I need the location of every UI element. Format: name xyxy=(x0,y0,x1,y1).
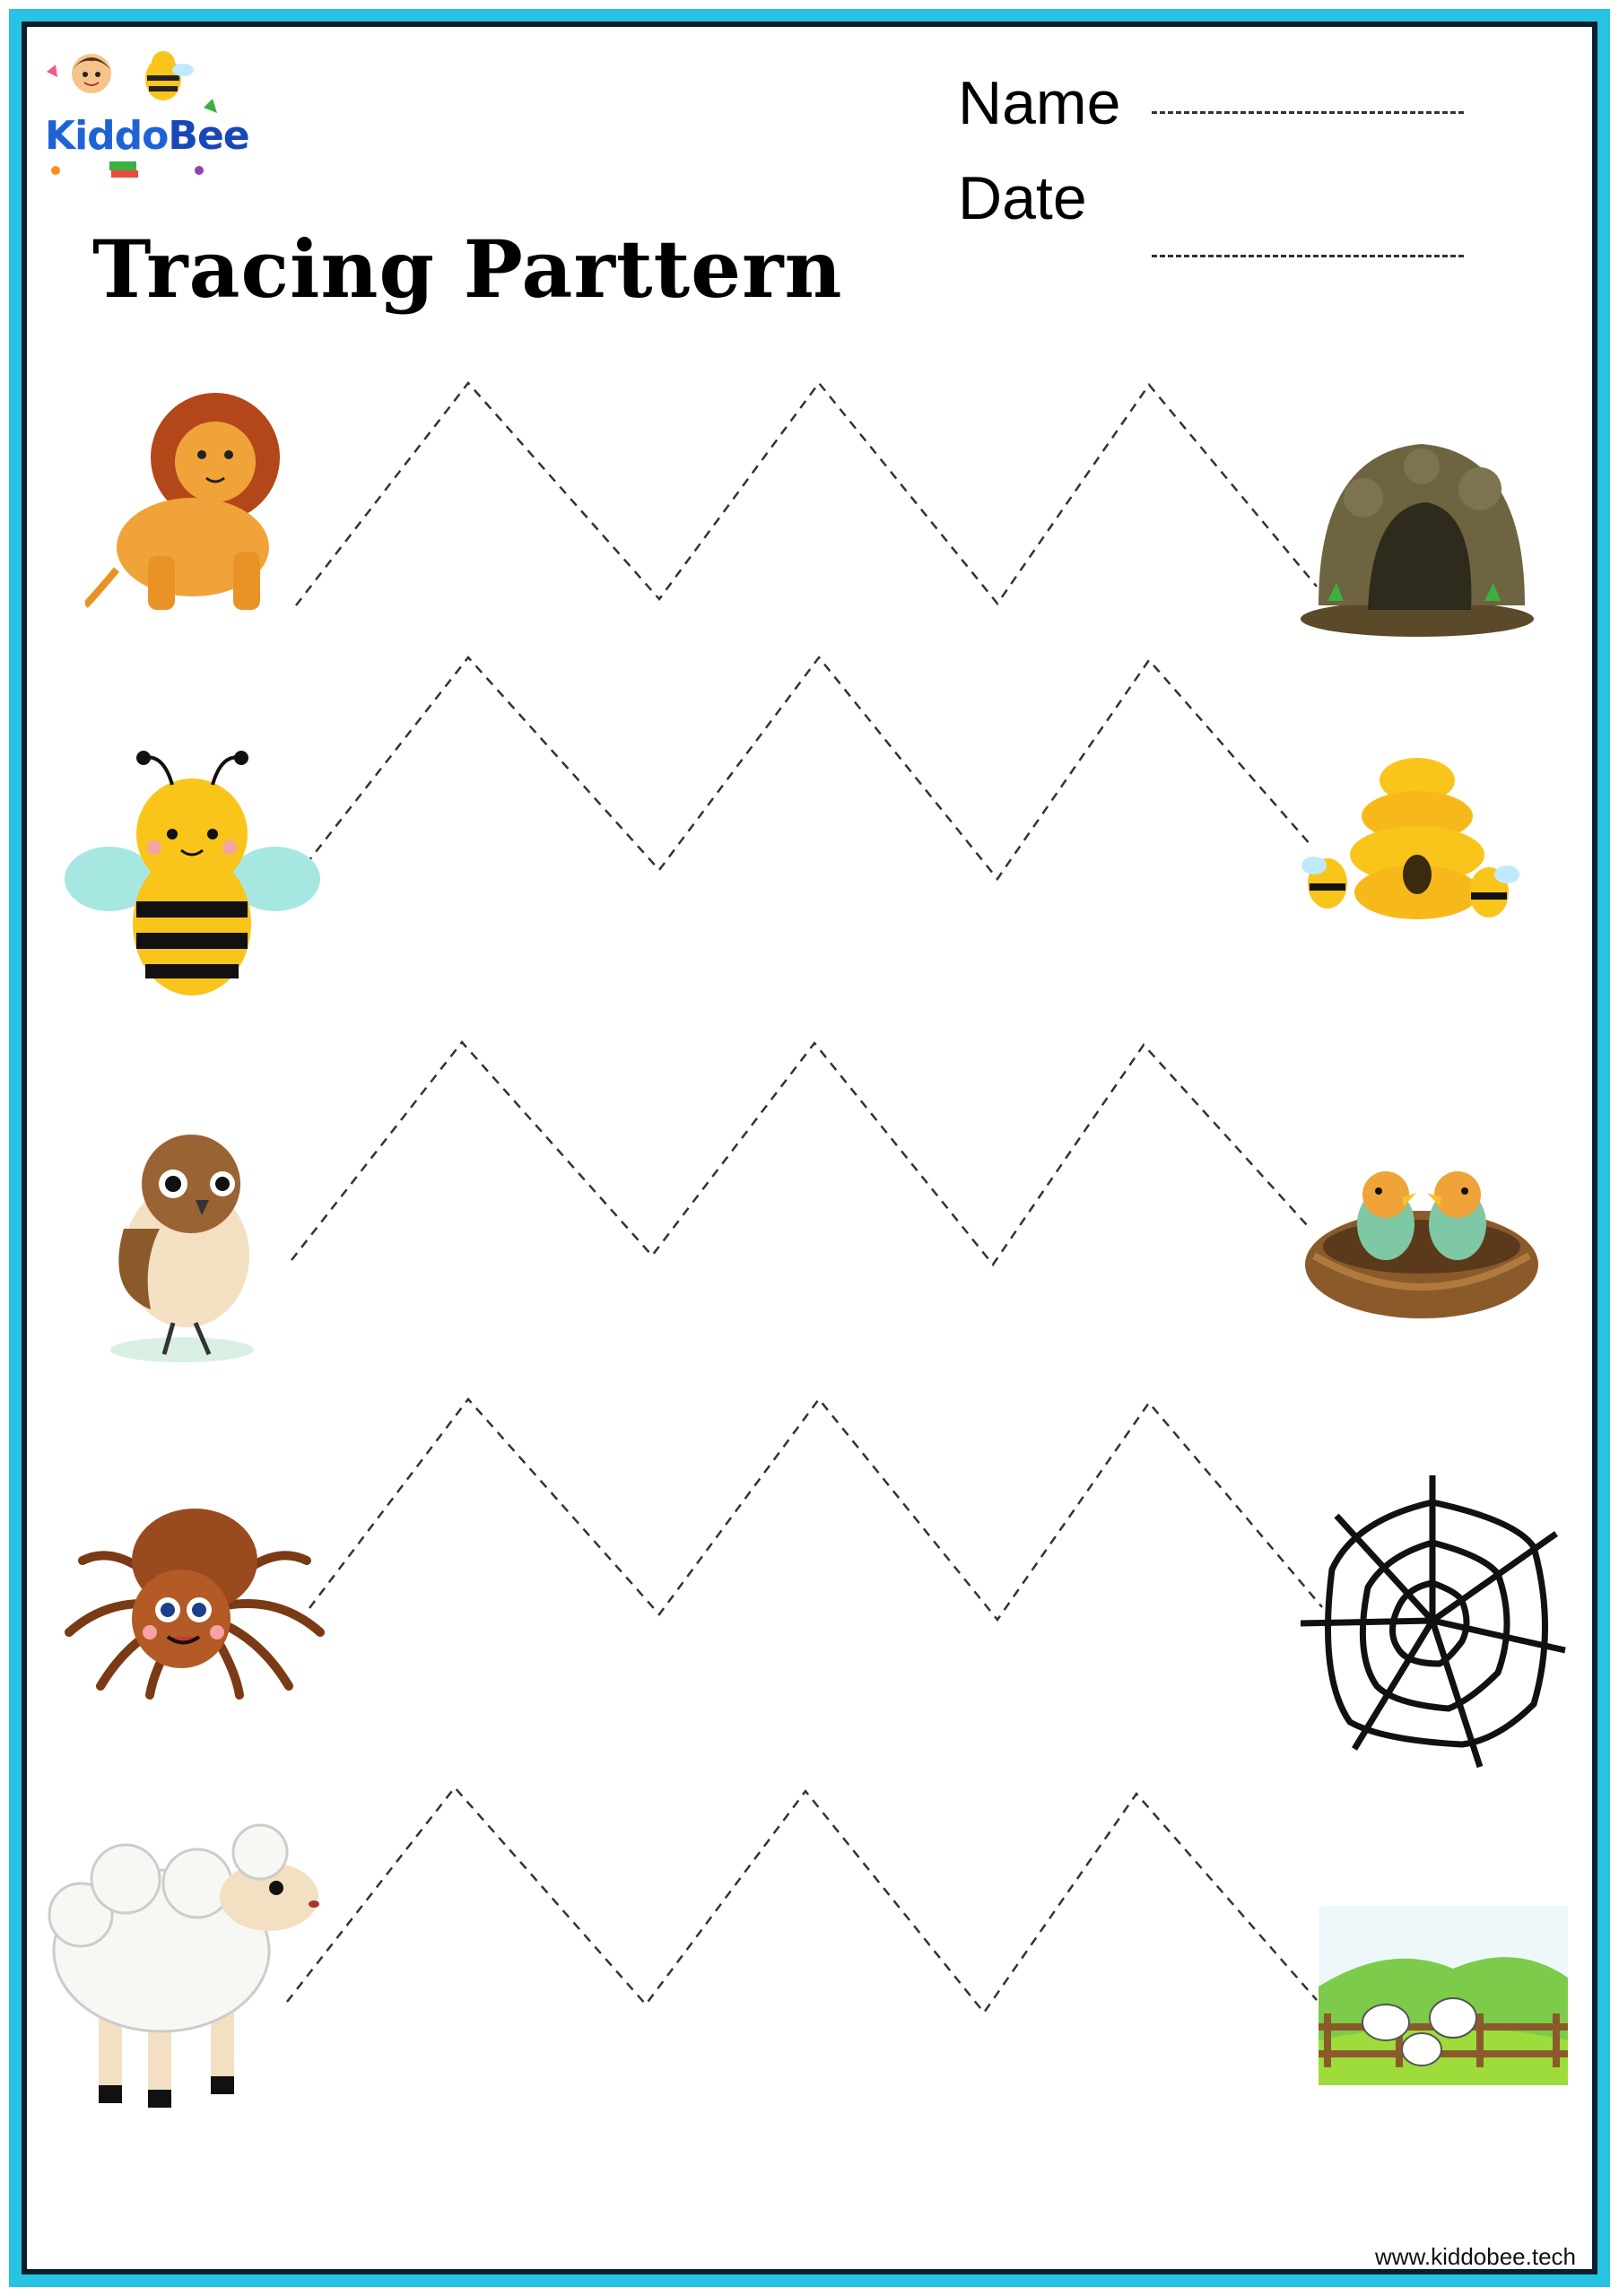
kiddobee-logo: KiddoBee xyxy=(29,45,250,188)
name-line[interactable] xyxy=(1152,111,1464,114)
page-title: Tracing Parttern xyxy=(92,222,843,316)
date-label: Date xyxy=(958,164,1087,232)
farm-illustration xyxy=(1319,1906,1568,2085)
logo-text-kiddo: Kiddo xyxy=(45,113,169,159)
cave-illustration xyxy=(1301,444,1534,637)
date-line[interactable] xyxy=(1152,255,1464,257)
spider-illustration xyxy=(65,1509,325,1700)
spider-web-illustration xyxy=(1300,1475,1566,1769)
name-label: Name xyxy=(958,69,1121,137)
logo-wordmark: KiddoBee xyxy=(45,113,250,159)
sparrow-illustration xyxy=(110,1135,254,1362)
website-url: www.kiddobee.tech xyxy=(1374,2243,1576,2270)
beehive-illustration xyxy=(1301,758,1519,919)
lion-illustration xyxy=(85,393,280,610)
bee-illustration xyxy=(65,751,320,996)
logo-text-bee: Bee xyxy=(168,113,249,159)
sheep-illustration xyxy=(48,1823,319,2108)
nest-illustration xyxy=(1305,1171,1538,1318)
